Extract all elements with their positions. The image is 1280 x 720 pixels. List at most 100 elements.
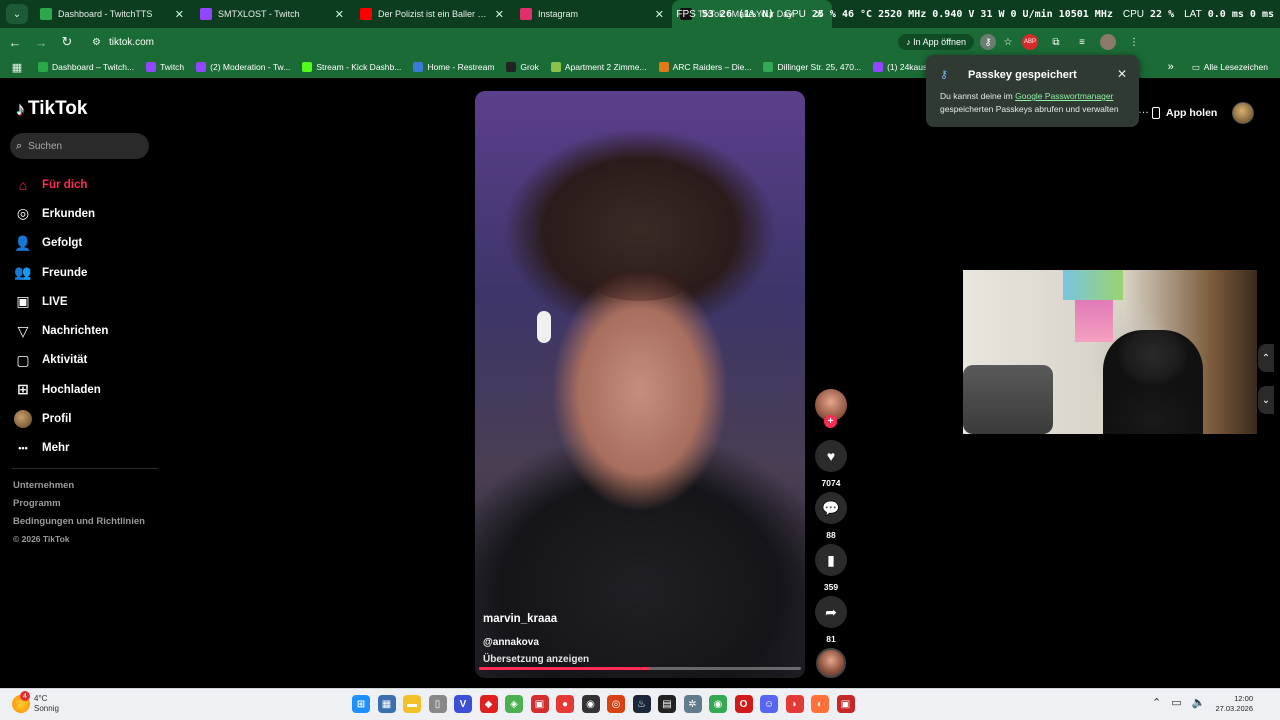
sidebar-item-mehr[interactable]: ••• Mehr bbox=[14, 434, 108, 463]
more-options-icon[interactable]: … bbox=[1138, 104, 1149, 116]
bookmark-label: (2) Moderation - Tw... bbox=[210, 62, 291, 72]
site-info-icon[interactable]: ⚙ bbox=[92, 37, 101, 48]
show-translation-link[interactable]: Übersetzung anzeigen bbox=[483, 654, 589, 665]
tab-close-icon[interactable]: ✕ bbox=[335, 8, 344, 21]
search-input[interactable] bbox=[28, 140, 139, 152]
app-orange-icon[interactable]: ◎ bbox=[607, 695, 625, 713]
system-clock[interactable]: 12:00 27.03.2026 bbox=[1213, 694, 1253, 714]
windows-start-icon[interactable]: ⊞ bbox=[352, 695, 370, 713]
all-bookmarks-button[interactable]: ▭ Alle Lesezeichen bbox=[1192, 62, 1268, 73]
url-field[interactable]: ⚙ tiktok.com ♪ In App öffnen ⚷ ☆ bbox=[86, 31, 1016, 53]
music-disc-icon[interactable] bbox=[816, 648, 846, 678]
tab-close-icon[interactable]: ✕ bbox=[655, 8, 664, 21]
windows-taskbar: 4 4°C Sonnig ⊞ ▦ ▬ ▯ V ◆ ◈ ▣ ● ◉ ◎ ♨ ▤ ✲ ◉ O ☺ ◗ ◐ ▣ ⌃ ▭ 🔈 1… bbox=[0, 688, 1280, 720]
steam-icon[interactable]: ♨ bbox=[632, 695, 651, 713]
forward-arrow-icon[interactable]: → bbox=[30, 31, 52, 53]
password-manager-link[interactable]: Google Passwortmanager bbox=[1015, 91, 1113, 101]
popup-body: Du kannst deine im Google Passwortmanage… bbox=[940, 90, 1130, 116]
reload-icon[interactable]: ↻ bbox=[56, 31, 78, 53]
tab-close-icon[interactable]: ✕ bbox=[495, 8, 504, 21]
close-icon[interactable]: ✕ bbox=[1117, 67, 1127, 81]
copyright: © 2026 TikTok bbox=[13, 534, 70, 544]
app-tool-icon[interactable]: ✲ bbox=[683, 695, 702, 713]
discord-icon[interactable]: ☺ bbox=[760, 695, 778, 713]
app-dark-icon[interactable]: ▤ bbox=[658, 695, 676, 713]
previous-video-icon[interactable]: ⌃ bbox=[1258, 344, 1274, 372]
profile-avatar-icon[interactable] bbox=[1100, 34, 1116, 50]
network-icon[interactable]: ▭ bbox=[1171, 696, 1181, 709]
app-stream2-icon[interactable]: ▣ bbox=[836, 695, 855, 713]
opera-icon[interactable]: O bbox=[734, 695, 753, 713]
next-video-icon[interactable]: ⌄ bbox=[1258, 386, 1274, 414]
sidebar-item-aktivität[interactable]: ▢ Aktivität bbox=[14, 346, 108, 375]
sidebar-item-gefolgt[interactable]: 👤 Gefolgt bbox=[14, 229, 108, 258]
app-stream-icon[interactable]: ▣ bbox=[530, 695, 549, 713]
user-avatar[interactable] bbox=[1232, 102, 1254, 124]
tab-close-icon[interactable]: ✕ bbox=[175, 8, 184, 21]
app-red-icon[interactable]: ◆ bbox=[479, 695, 498, 713]
app-multicolor-icon[interactable]: ◈ bbox=[505, 695, 523, 713]
browser-tab[interactable]: SMTXLOST - Twitch ✕ bbox=[192, 0, 352, 28]
open-in-app-button[interactable]: ♪ In App öffnen bbox=[898, 34, 974, 50]
firefox-icon[interactable]: ◐ bbox=[811, 695, 829, 713]
back-arrow-icon[interactable]: ← bbox=[4, 31, 26, 53]
file-explorer-icon[interactable]: ▬ bbox=[403, 695, 421, 713]
more-icon: ••• bbox=[18, 443, 28, 454]
weather-widget[interactable]: 4 4°C Sonnig bbox=[12, 691, 59, 714]
mouse-icon[interactable]: ▯ bbox=[428, 695, 447, 713]
footer-link-unternehmen[interactable]: Unternehmen bbox=[13, 480, 145, 498]
sidebar-item-für-dich[interactable]: ⌂ Für dich bbox=[14, 170, 108, 199]
browser-tab[interactable]: Der Polizist ist ein Baller #moi ✕ bbox=[352, 0, 512, 28]
bookmark-item[interactable]: ARC Raiders – Die... bbox=[658, 62, 751, 72]
browser-tab[interactable]: Instagram ✕ bbox=[512, 0, 672, 28]
get-app-button[interactable]: App holen bbox=[1152, 102, 1217, 124]
bookmark-item[interactable]: Grok bbox=[506, 62, 539, 72]
video-author-name[interactable]: marvin_kraaa bbox=[483, 613, 557, 625]
video-progress-bar[interactable] bbox=[479, 667, 801, 670]
bookmark-item[interactable]: Dillinger Str. 25, 470... bbox=[763, 62, 861, 72]
key-icon[interactable]: ⚷ bbox=[980, 34, 996, 50]
sidebar-item-live[interactable]: ▣ LIVE bbox=[14, 287, 108, 316]
bookmark-item[interactable]: Home - Restream bbox=[413, 62, 494, 72]
footer-link-bedingungen[interactable]: Bedingungen und Richtlinien bbox=[13, 516, 145, 534]
share-icon[interactable]: ➦ bbox=[815, 596, 847, 628]
bookmark-star-icon[interactable]: ☆ bbox=[1000, 34, 1016, 50]
tray-overflow-icon[interactable]: ⌃ bbox=[1152, 696, 1161, 709]
adblock-icon[interactable]: ABP bbox=[1022, 34, 1038, 50]
app-bird-icon[interactable]: ◗ bbox=[785, 695, 804, 713]
footer-link-programm[interactable]: Programm bbox=[13, 498, 145, 516]
app-record-icon[interactable]: ● bbox=[556, 695, 574, 713]
tab-search-icon[interactable]: ⌄ bbox=[6, 4, 28, 24]
app-v-icon[interactable]: V bbox=[454, 695, 472, 713]
sidebar-item-profil[interactable]: Profil bbox=[14, 404, 108, 433]
extensions-icon[interactable]: ⧉ bbox=[1048, 34, 1064, 50]
search-box[interactable]: ⌕ bbox=[10, 133, 149, 159]
reading-list-icon[interactable]: ≡ bbox=[1074, 34, 1090, 50]
sidebar-item-erkunden[interactable]: ◎ Erkunden bbox=[14, 199, 108, 228]
bookmark-item[interactable]: Apartment 2 Zimme... bbox=[550, 62, 647, 72]
browser-menu-icon[interactable]: ⋮ bbox=[1126, 34, 1142, 50]
sidebar-item-label: Gefolgt bbox=[42, 237, 83, 250]
bookmark-item[interactable]: Stream - Kick Dashb... bbox=[302, 62, 401, 72]
video-player[interactable]: marvin_kraaa @annakova Übersetzung anzei… bbox=[475, 91, 805, 678]
heart-icon[interactable]: ♥ bbox=[815, 440, 847, 472]
more-bookmarks-button[interactable]: » bbox=[1168, 61, 1174, 73]
comment-icon[interactable]: 💬 bbox=[815, 492, 847, 524]
sidebar-item-nachrichten[interactable]: ▽ Nachrichten bbox=[14, 316, 109, 345]
calculator-icon[interactable]: ▦ bbox=[377, 695, 396, 713]
video-mention[interactable]: @annakova bbox=[483, 637, 539, 648]
chrome-icon[interactable]: ◉ bbox=[709, 695, 727, 713]
sidebar-item-freunde[interactable]: 👥 Freunde bbox=[14, 258, 108, 287]
sidebar-nav: ⌂ Für dich ◎ Erkunden 👤 Gefolgt 👥 Freunde ▣ LIVE ▽… bbox=[14, 170, 108, 463]
follow-plus-icon[interactable]: + bbox=[824, 415, 837, 428]
bookmark-item[interactable]: Twitch bbox=[146, 62, 184, 72]
browser-tab[interactable]: Dashboard - TwitchTTS ✕ bbox=[32, 0, 192, 28]
sidebar-item-hochladen[interactable]: ⊞ Hochladen bbox=[14, 375, 108, 404]
bookmark-icon[interactable]: ▮ bbox=[815, 544, 847, 576]
bookmark-item[interactable]: Dashboard – Twitch... bbox=[38, 62, 134, 72]
bookmark-item[interactable]: (2) Moderation - Tw... bbox=[196, 62, 290, 72]
tiktok-logo[interactable]: ♪ TikTok bbox=[16, 98, 87, 120]
apps-grid-icon[interactable]: ▦ bbox=[6, 56, 28, 78]
volume-icon[interactable]: 🔈 bbox=[1192, 696, 1206, 709]
obs-icon[interactable]: ◉ bbox=[581, 695, 600, 713]
